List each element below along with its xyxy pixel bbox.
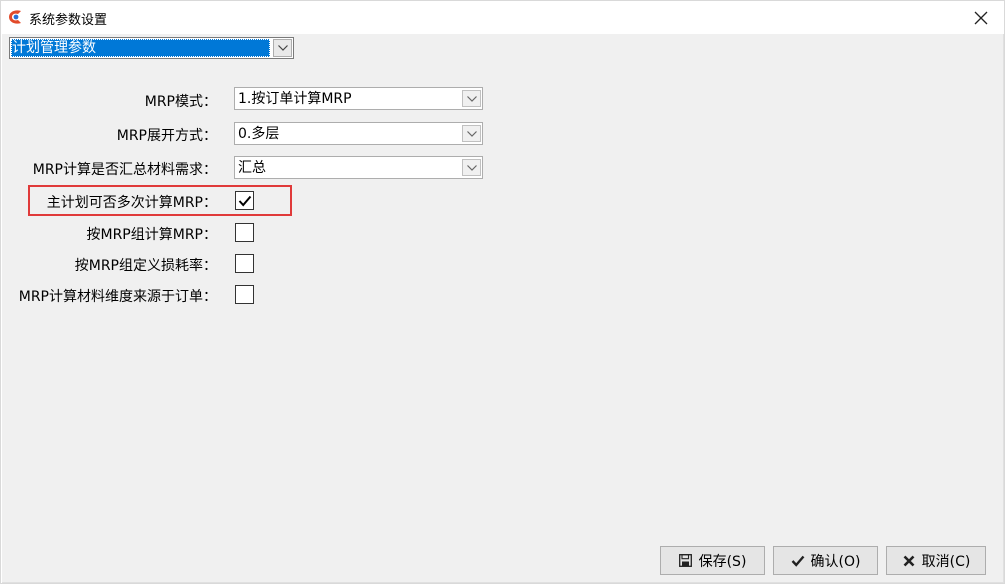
app-logo-icon	[7, 9, 25, 25]
close-icon	[902, 554, 916, 568]
multi-calc-checkbox[interactable]	[235, 191, 254, 210]
mrp-mode-value: 1.按订单计算MRP	[238, 91, 352, 107]
mrp-mode-label: MRP模式：	[144, 94, 217, 110]
mrp-summary-select[interactable]: 汇总	[234, 156, 483, 179]
multi-calc-label: 主计划可否多次计算MRP：	[46, 195, 217, 211]
window-title: 系统参数设置	[29, 13, 108, 28]
group-loss-label: 按MRP组定义损耗率：	[74, 258, 217, 274]
confirm-button[interactable]: 确认(O)	[773, 546, 878, 575]
chevron-down-icon	[466, 130, 477, 137]
settings-panel: 计划管理参数 MRP模式： 1.按订单计算MRP MRP展开方式： 0.多层 M…	[2, 34, 1004, 583]
mrp-expand-select[interactable]: 0.多层	[234, 122, 483, 145]
settings-dialog: 系统参数设置 计划管理参数 MRP模式： 1.按订单计算MRP MRP展开方式：…	[0, 0, 1005, 584]
chevron-down-icon	[466, 164, 477, 171]
mrp-summary-value: 汇总	[238, 160, 266, 176]
dim-source-checkbox[interactable]	[235, 285, 254, 304]
category-select[interactable]: 计划管理参数	[9, 37, 294, 59]
checkmark-icon	[791, 554, 805, 568]
mrp-summary-dropdown-button[interactable]	[462, 159, 481, 176]
cancel-button-label: 取消(C)	[921, 553, 971, 570]
group-loss-checkbox[interactable]	[235, 254, 254, 273]
by-group-label: 按MRP组计算MRP：	[86, 227, 218, 243]
save-icon	[679, 554, 693, 568]
mrp-expand-dropdown-button[interactable]	[462, 125, 481, 142]
mrp-mode-select[interactable]: 1.按订单计算MRP	[234, 87, 483, 110]
mrp-mode-dropdown-button[interactable]	[462, 90, 481, 107]
close-icon	[974, 11, 988, 25]
mrp-summary-label: MRP计算是否汇总材料需求：	[32, 162, 217, 178]
category-dropdown-button[interactable]	[273, 39, 292, 57]
by-group-checkbox[interactable]	[235, 223, 254, 242]
save-button-label: 保存(S)	[698, 553, 747, 570]
checkmark-icon	[238, 195, 251, 207]
chevron-down-icon	[466, 95, 477, 102]
mrp-expand-value: 0.多层	[238, 126, 280, 142]
chevron-down-icon	[277, 45, 288, 51]
confirm-button-label: 确认(O)	[810, 553, 861, 570]
cancel-button[interactable]: 取消(C)	[886, 546, 986, 575]
category-select-value: 计划管理参数	[11, 39, 270, 57]
title-bar: 系统参数设置	[1, 1, 1004, 34]
mrp-expand-label: MRP展开方式：	[116, 128, 217, 144]
dim-source-label: MRP计算材料维度来源于订单：	[18, 289, 217, 305]
save-button[interactable]: 保存(S)	[660, 546, 765, 575]
close-button[interactable]	[964, 4, 998, 32]
